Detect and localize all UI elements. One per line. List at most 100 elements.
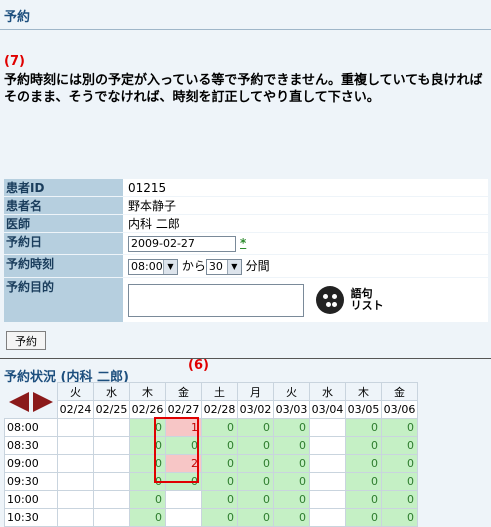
schedule-slot[interactable]: 0: [129, 508, 166, 527]
schedule-day-header: 土: [201, 382, 238, 401]
schedule-date-header: 03/06: [381, 400, 418, 419]
schedule-slot[interactable]: 0: [345, 490, 382, 509]
schedule-day-header: 水: [93, 382, 130, 401]
schedule-slot: [57, 508, 94, 527]
schedule-slot[interactable]: 0: [237, 418, 274, 437]
schedule-time-label: 09:30: [4, 472, 58, 491]
schedule-slot: [93, 454, 130, 473]
previous-week-arrow-icon[interactable]: [9, 392, 29, 412]
schedule-slot[interactable]: 0: [273, 490, 310, 509]
schedule-slot[interactable]: 0: [273, 436, 310, 455]
schedule-row: 10:30 0 0 0 0 0 0: [4, 508, 418, 527]
schedule-slot[interactable]: 0: [345, 508, 382, 527]
doctor-label: 医師: [4, 214, 123, 233]
schedule-slot[interactable]: 0: [381, 490, 418, 509]
next-week-arrow-icon[interactable]: [33, 392, 53, 412]
schedule-slot[interactable]: 0: [273, 454, 310, 473]
schedule-slot: [309, 508, 346, 527]
schedule-slot: [57, 454, 94, 473]
schedule-slot[interactable]: 0: [381, 472, 418, 491]
word-list-icon: [315, 286, 344, 314]
schedule-slot[interactable]: 0: [201, 418, 238, 437]
schedule-slot: [57, 472, 94, 491]
schedule-slot[interactable]: 0: [273, 418, 310, 437]
patient-id-label: 患者ID: [4, 178, 123, 197]
schedule-day-header: 木: [345, 382, 382, 401]
schedule-slot: [165, 490, 202, 509]
kara-label: から: [181, 259, 206, 274]
schedule-table: 火水木金土月火水木金 02/24 02/25 02/26 02/27 02/28 03/0…: [4, 382, 418, 527]
schedule-slot[interactable]: 0: [201, 436, 238, 455]
schedule-slot[interactable]: 0: [381, 508, 418, 527]
schedule-day-header: 月: [237, 382, 274, 401]
schedule-date-header: 03/02: [237, 400, 274, 419]
date-input[interactable]: 2009-02-27: [128, 235, 236, 252]
schedule-slot[interactable]: 0: [273, 472, 310, 491]
patient-name-label: 患者名: [4, 196, 123, 215]
schedule-time-label: 09:00: [4, 454, 58, 473]
schedule-slot: [93, 508, 130, 527]
chevron-down-icon: ▼: [163, 259, 177, 274]
schedule-slot: [57, 490, 94, 509]
schedule-date-header: 03/04: [309, 400, 346, 419]
schedule-slot[interactable]: 0: [273, 508, 310, 527]
schedule-slot[interactable]: 0: [381, 454, 418, 473]
schedule-slot: [309, 490, 346, 509]
schedule-slot: [93, 436, 130, 455]
schedule-slot: [93, 490, 130, 509]
minutes-unit-label: 分間: [245, 259, 270, 274]
schedule-date-header: 03/05: [345, 400, 382, 419]
duration-select[interactable]: 30 ▼: [205, 258, 242, 275]
schedule-slot[interactable]: 0: [381, 436, 418, 455]
schedule-slot: [309, 472, 346, 491]
schedule-date-header: 02/24: [57, 400, 94, 419]
purpose-label: 予約目的: [4, 277, 123, 322]
annotation-highlight-box: [154, 417, 199, 483]
time-label: 予約時刻: [4, 254, 123, 278]
schedule-slot: [93, 418, 130, 437]
schedule-slot: [57, 418, 94, 437]
schedule-slot[interactable]: 0: [201, 508, 238, 527]
schedule-day-header: 金: [381, 382, 418, 401]
schedule-slot[interactable]: 0: [381, 418, 418, 437]
schedule-slot[interactable]: 0: [201, 490, 238, 509]
schedule-slot[interactable]: 0: [237, 454, 274, 473]
schedule-slot[interactable]: 0: [129, 490, 166, 509]
schedule-slot: [57, 436, 94, 455]
schedule-slot[interactable]: 0: [201, 472, 238, 491]
schedule-row: 08:30 0 0 0 0 0 0 0: [4, 436, 418, 455]
reserve-button[interactable]: 予約: [6, 331, 46, 350]
schedule-slot[interactable]: 0: [345, 436, 382, 455]
schedule-slot[interactable]: 0: [237, 508, 274, 527]
schedule-row: 10:00 0 0 0 0 0 0: [4, 490, 418, 509]
schedule-date-header: 02/28: [201, 400, 238, 419]
schedule-day-header: 金: [165, 382, 202, 401]
schedule-slot: [309, 418, 346, 437]
schedule-row: 09:00 0 2 0 0 0 0 0: [4, 454, 418, 473]
doctor-value: 内科 二郎: [123, 214, 488, 233]
schedule-slot[interactable]: 0: [237, 472, 274, 491]
calendar-link[interactable]: *: [240, 236, 246, 250]
schedule-slot[interactable]: 0: [237, 490, 274, 509]
schedule-slot[interactable]: 0: [345, 418, 382, 437]
schedule-date-header: 02/27: [165, 400, 202, 419]
schedule-day-header: 火: [57, 382, 94, 401]
patient-id-value: 01215: [123, 178, 488, 197]
date-label: 予約日: [4, 232, 123, 255]
word-list-button[interactable]: 語句 リスト: [315, 286, 384, 314]
error-message: 予約時刻には別の予定が入っている等で予約できません。重複していても良ければそのま…: [4, 73, 483, 105]
schedule-day-header: 火: [273, 382, 310, 401]
schedule-slot[interactable]: 0: [345, 454, 382, 473]
schedule-slot[interactable]: 0: [237, 436, 274, 455]
chevron-down-icon: ▼: [226, 259, 241, 274]
schedule-time-label: 08:00: [4, 418, 58, 437]
patient-name-value: 野本静子: [123, 196, 488, 215]
schedule-slot[interactable]: 0: [345, 472, 382, 491]
schedule-time-label: 10:30: [4, 508, 58, 527]
purpose-input[interactable]: [128, 283, 304, 317]
header-divider: [0, 29, 491, 30]
schedule-slot[interactable]: 0: [201, 454, 238, 473]
time-select[interactable]: 08:00 ▼: [128, 258, 178, 275]
schedule-slot: [165, 508, 202, 527]
schedule-date-header: 02/25: [93, 400, 130, 419]
